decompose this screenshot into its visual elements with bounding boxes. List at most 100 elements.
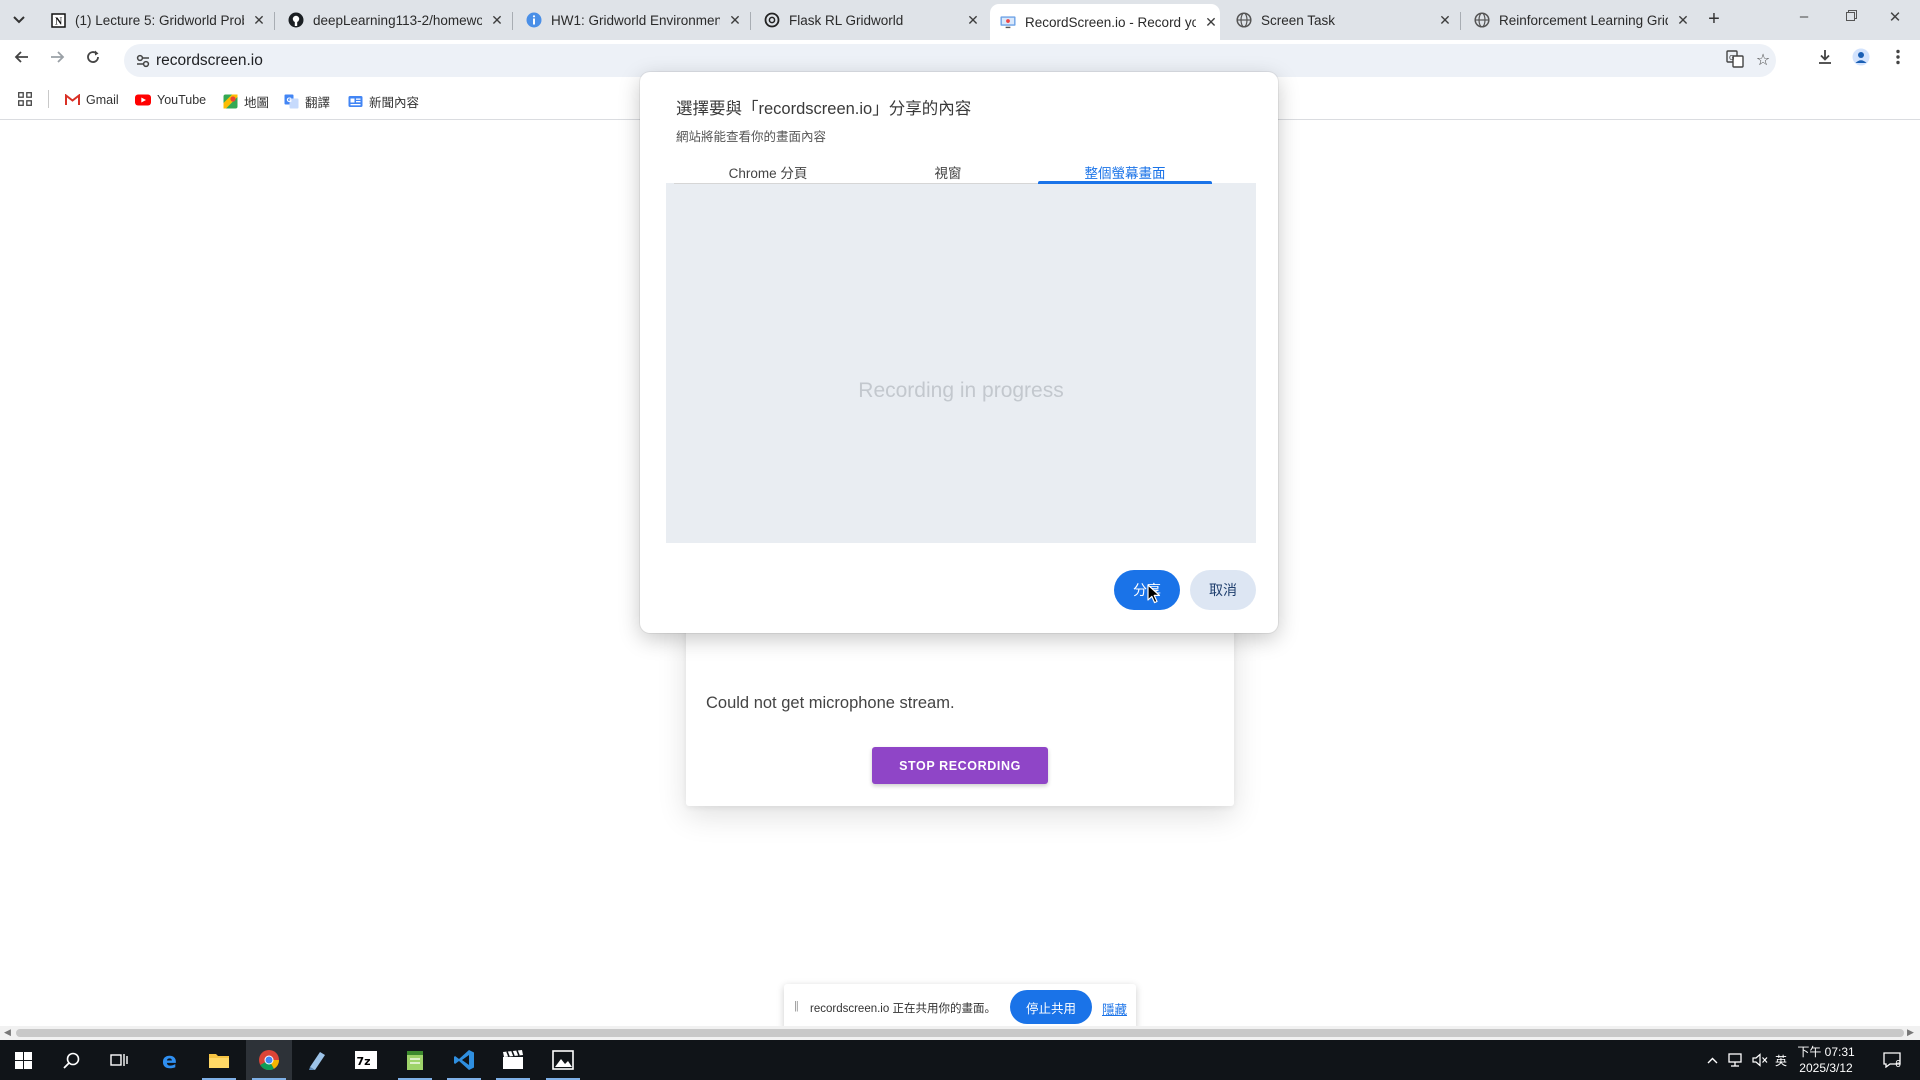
tab-lecture5[interactable]: N (1) Lecture 5: Gridworld Probl ✕ <box>40 6 268 34</box>
tab-strip: N (1) Lecture 5: Gridworld Probl ✕ deepL… <box>0 0 1920 40</box>
youtube-icon <box>135 92 151 108</box>
close-icon[interactable]: ✕ <box>1202 14 1220 31</box>
bookmark-translate[interactable]: G 翻譯 <box>283 92 330 111</box>
scroll-right-icon[interactable]: ▶ <box>1907 1027 1914 1038</box>
tab-window[interactable]: 視窗 <box>862 162 1034 184</box>
bookmark-youtube[interactable]: YouTube <box>135 92 206 108</box>
scrollbar-thumb[interactable] <box>16 1029 1904 1037</box>
screen-preview[interactable]: Recording in progress <box>666 183 1256 543</box>
7zip-icon[interactable]: 7z <box>343 1040 389 1080</box>
horizontal-scrollbar[interactable]: ◀ ▶ <box>0 1026 1920 1040</box>
tab-chrome-tab[interactable]: Chrome 分頁 <box>680 162 856 184</box>
bookmark-label: Gmail <box>86 93 119 107</box>
tab-separator <box>750 12 751 30</box>
photos-icon[interactable] <box>540 1040 586 1080</box>
tray-overflow-icon[interactable] <box>1703 1040 1721 1080</box>
tab-flask[interactable]: Flask RL Gridworld ✕ <box>754 6 982 34</box>
file-explorer-icon[interactable] <box>196 1040 242 1080</box>
network-icon[interactable] <box>1725 1040 1747 1080</box>
bookmark-label: 翻譯 <box>305 96 331 110</box>
tab-hw1[interactable]: HW1: Gridworld Environment ✕ <box>516 6 744 34</box>
tab-search-button[interactable] <box>6 8 32 32</box>
tab-rl-grid[interactable]: Reinforcement Learning Grid ✕ <box>1464 6 1692 34</box>
new-tab-button[interactable]: + <box>1702 8 1726 32</box>
maps-icon <box>222 94 238 110</box>
tab-screen-task[interactable]: Screen Task ✕ <box>1226 6 1454 34</box>
stop-sharing-button[interactable]: 停止共用 <box>1010 990 1092 1024</box>
notification-count: 6 <box>1895 1058 1901 1070</box>
tab-title: deepLearning113-2/homewo <box>313 12 482 28</box>
svg-text:G: G <box>1729 54 1734 62</box>
task-view-icon[interactable] <box>96 1040 142 1080</box>
windows-start-icon[interactable] <box>0 1040 46 1080</box>
close-window-icon[interactable]: ✕ <box>1880 8 1910 26</box>
svg-text:G: G <box>286 96 291 104</box>
gmail-icon <box>64 92 80 108</box>
apps-grid-icon[interactable] <box>18 92 32 106</box>
back-icon[interactable] <box>9 48 35 72</box>
profile-avatar-icon[interactable] <box>1848 48 1874 72</box>
tab-github[interactable]: deepLearning113-2/homewo ✕ <box>278 6 506 34</box>
bookmark-label: 地圖 <box>244 96 270 110</box>
vscode-icon[interactable] <box>441 1040 487 1080</box>
bookmark-gmail[interactable]: Gmail <box>64 92 119 108</box>
close-icon[interactable]: ✕ <box>1674 12 1692 29</box>
translate-icon[interactable]: G <box>1724 50 1746 72</box>
mouse-cursor-icon <box>1147 584 1161 604</box>
svg-text:N: N <box>55 16 63 27</box>
close-icon[interactable]: ✕ <box>1436 12 1454 29</box>
system-clock[interactable]: 下午 07:31 2025/3/12 <box>1790 1044 1862 1076</box>
search-icon[interactable] <box>48 1040 94 1080</box>
close-icon[interactable]: ✕ <box>488 12 506 29</box>
drag-handle-icon[interactable]: || <box>794 1000 799 1012</box>
bookmark-news[interactable]: 新聞內容 <box>347 92 419 111</box>
clock-time: 下午 07:31 <box>1797 1045 1855 1059</box>
clapper-icon[interactable] <box>490 1040 536 1080</box>
notepad-icon[interactable] <box>392 1040 438 1080</box>
bookmarks-separator <box>48 90 49 108</box>
tab-title: Screen Task <box>1261 12 1336 28</box>
svg-text:7z: 7z <box>357 1055 371 1068</box>
bookmark-maps[interactable]: 地圖 <box>222 92 269 111</box>
close-icon[interactable]: ✕ <box>964 12 982 29</box>
menu-kebab-icon[interactable] <box>1885 48 1911 72</box>
ime-indicator[interactable]: 英 <box>1772 1040 1790 1080</box>
app-icon[interactable] <box>294 1040 340 1080</box>
tab-title: Reinforcement Learning Grid <box>1499 12 1668 28</box>
scroll-left-icon[interactable]: ◀ <box>4 1027 11 1038</box>
recordscreen-icon <box>1000 14 1016 30</box>
tab-recordscreen[interactable]: RecordScreen.io - Record you ✕ <box>990 4 1220 40</box>
url-text[interactable]: recordscreen.io <box>156 52 263 70</box>
bookmark-star-icon[interactable]: ☆ <box>1752 50 1774 72</box>
hide-link[interactable]: 隱藏 <box>1102 999 1127 1018</box>
chevron-down-icon <box>13 16 25 24</box>
tab-separator <box>274 12 275 30</box>
screen-share-dialog: 選擇要與「recordscreen.io」分享的內容 網站將能查看你的畫面內容 … <box>640 72 1278 633</box>
forward-icon[interactable] <box>44 48 70 72</box>
download-icon[interactable] <box>1812 48 1838 72</box>
clock-date: 2025/3/12 <box>1799 1061 1853 1075</box>
cancel-button[interactable]: 取消 <box>1190 570 1256 610</box>
preview-placeholder-text: Recording in progress <box>858 379 1064 402</box>
news-icon <box>347 94 363 110</box>
github-icon <box>288 12 304 28</box>
tab-title: (1) Lecture 5: Gridworld Probl <box>75 12 244 28</box>
close-icon[interactable]: ✕ <box>250 12 268 29</box>
chrome-icon[interactable] <box>246 1040 292 1080</box>
stop-recording-button[interactable]: STOP RECORDING <box>872 747 1048 784</box>
reload-icon[interactable] <box>80 48 106 72</box>
tab-separator <box>1460 12 1461 30</box>
notification-center-icon[interactable]: 6 <box>1872 1040 1912 1080</box>
volume-muted-icon[interactable] <box>1749 1040 1771 1080</box>
windows-taskbar: e 7z 英 下午 07:31 2025/3/12 6 <box>0 1040 1920 1080</box>
tab-title: Flask RL Gridworld <box>789 12 904 28</box>
active-tab-indicator <box>1038 181 1212 184</box>
restore-icon[interactable] <box>1836 8 1866 25</box>
info-icon <box>526 12 542 28</box>
edge-icon[interactable]: e <box>148 1040 194 1080</box>
site-settings-icon[interactable] <box>134 52 152 70</box>
openai-icon <box>764 12 780 28</box>
tab-title: RecordScreen.io - Record you <box>1025 14 1196 30</box>
close-icon[interactable]: ✕ <box>726 12 744 29</box>
minimize-icon[interactable]: – <box>1789 8 1819 25</box>
